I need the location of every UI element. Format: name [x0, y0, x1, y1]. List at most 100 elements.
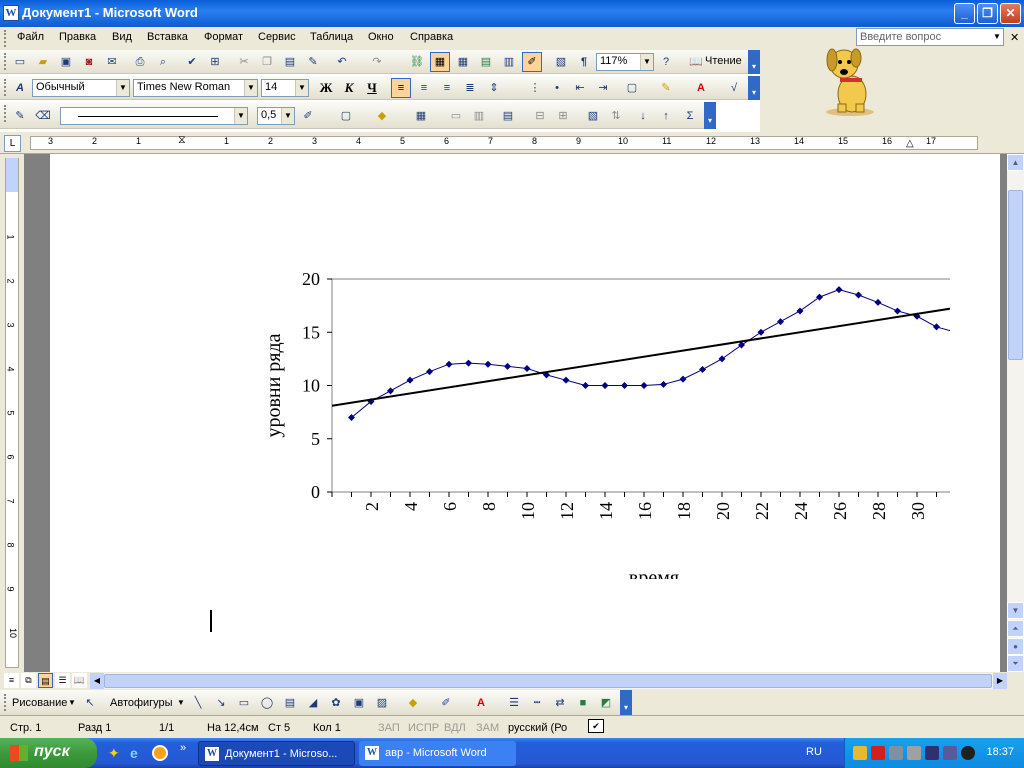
- cut-icon[interactable]: ✂: [236, 54, 252, 70]
- picture-icon[interactable]: ▨: [374, 695, 390, 711]
- line-spacing-icon[interactable]: ⇕: [486, 80, 502, 96]
- line-weight-select[interactable]: 0,5 ▼: [257, 107, 295, 125]
- horizontal-scrollbar[interactable]: ≡ ⧉ ▤ ☰ 📖 ◀ ▶: [0, 672, 1024, 690]
- language-indicator[interactable]: RU: [806, 746, 822, 758]
- quicklaunch-app-icon[interactable]: ✦: [108, 745, 124, 761]
- antivirus-icon[interactable]: [871, 746, 885, 760]
- border-color-icon[interactable]: ✐: [300, 108, 316, 124]
- menu-help[interactable]: Справка: [410, 31, 453, 43]
- help-icon[interactable]: ?: [658, 54, 674, 70]
- font-select[interactable]: Times New Roman ▼: [133, 79, 258, 97]
- scroll-right-icon[interactable]: ▶: [993, 673, 1007, 689]
- tables-borders-toggle-icon[interactable]: ▦: [430, 52, 450, 72]
- zoom-select[interactable]: 117% ▼: [596, 53, 654, 71]
- outline-view-icon[interactable]: ☰: [55, 673, 70, 688]
- insert-excel-icon[interactable]: ▤: [478, 54, 494, 70]
- border-icon[interactable]: ▢: [624, 80, 640, 96]
- dash-style-icon[interactable]: ┅: [529, 695, 545, 711]
- sort-descending-icon[interactable]: ↑: [658, 108, 674, 124]
- chevron-down-icon[interactable]: ▼: [68, 698, 76, 707]
- oval-tool-icon[interactable]: ◯: [259, 695, 275, 711]
- normal-view-icon[interactable]: ≡: [4, 673, 19, 688]
- redo-icon[interactable]: ↷: [369, 54, 385, 70]
- sort-ascending-icon[interactable]: ↓: [635, 108, 651, 124]
- arrow-style-icon[interactable]: ⇄: [552, 695, 568, 711]
- copy-icon[interactable]: ❐: [259, 54, 275, 70]
- draw-table-icon[interactable]: ✎: [12, 108, 28, 124]
- chart[interactable]: 051015202 4 6 8 10 12 14 16 18 20 22 24 26 28 30 32врем…: [230, 264, 950, 579]
- select-objects-icon[interactable]: ↖: [82, 695, 98, 711]
- merge-cells-icon[interactable]: ▭: [448, 108, 464, 124]
- web-view-icon[interactable]: ⧉: [21, 673, 36, 688]
- taskbar-button-avr[interactable]: W авр - Microsoft Word: [359, 741, 516, 766]
- line-style-select[interactable]: ▼: [60, 107, 248, 125]
- taskbar-button-document1[interactable]: W Документ1 - Microso...: [198, 741, 355, 766]
- clock[interactable]: 18:37: [986, 746, 1014, 758]
- toolbar-grip[interactable]: [4, 79, 7, 96]
- toolbar-options-icon[interactable]: ▾: [620, 690, 632, 715]
- autosum-icon[interactable]: Σ: [682, 108, 698, 124]
- 3d-style-icon[interactable]: ◩: [598, 695, 614, 711]
- chevron-down-icon[interactable]: ▼: [295, 80, 308, 96]
- word-app-icon[interactable]: W: [3, 5, 19, 21]
- toolbar-grip[interactable]: [4, 694, 7, 711]
- vertical-scrollbar[interactable]: ▲ ▼ ⏶ ● ⏷: [1007, 154, 1024, 672]
- toolbar-grip[interactable]: [4, 53, 7, 70]
- menu-insert[interactable]: Вставка: [147, 31, 188, 43]
- undo-icon[interactable]: ↶: [334, 54, 350, 70]
- toolbar-options-icon[interactable]: ▾: [748, 76, 760, 100]
- status-language[interactable]: русский (Ро: [508, 722, 567, 734]
- hyperlink-icon[interactable]: ⛓: [409, 54, 425, 70]
- vertical-ruler[interactable]: 1 2 3 4 5 6 7 8 9 10: [0, 154, 24, 672]
- columns-icon[interactable]: ▥: [501, 54, 517, 70]
- outside-border-icon[interactable]: ▢: [338, 108, 354, 124]
- internet-explorer-icon[interactable]: e: [130, 745, 146, 761]
- browse-object-icon[interactable]: ●: [1007, 638, 1024, 655]
- chevron-down-icon[interactable]: ▼: [234, 108, 247, 124]
- line-color-icon[interactable]: ✐: [438, 695, 454, 711]
- line-tool-icon[interactable]: ╲: [190, 695, 206, 711]
- bold-button[interactable]: Ж: [318, 80, 334, 96]
- justify-icon[interactable]: ≣: [462, 80, 478, 96]
- maximize-button[interactable]: ❐: [977, 3, 998, 24]
- arrow-tool-icon[interactable]: ↘: [213, 695, 229, 711]
- menu-tools[interactable]: Сервис: [258, 31, 296, 43]
- menu-format[interactable]: Формат: [204, 31, 243, 43]
- top-margin-marker[interactable]: [6, 158, 18, 192]
- equation-icon[interactable]: √: [726, 80, 742, 96]
- underline-button[interactable]: Ч: [364, 80, 380, 96]
- start-button[interactable]: пуск: [0, 738, 97, 768]
- style-select[interactable]: Обычный ▼: [32, 79, 130, 97]
- chevron-down-icon[interactable]: ▼: [244, 80, 257, 96]
- open-folder-icon[interactable]: ▰: [35, 54, 51, 70]
- next-page-icon[interactable]: ⏷: [1007, 655, 1024, 672]
- toolbar-options-icon[interactable]: ▾: [704, 102, 716, 129]
- shading-color-icon[interactable]: ◆: [374, 108, 390, 124]
- email-icon[interactable]: ✉: [104, 54, 120, 70]
- text-direction-icon[interactable]: ⇅: [608, 108, 624, 124]
- fill-color-icon[interactable]: ◆: [405, 695, 421, 711]
- permission-icon[interactable]: ◙: [81, 54, 97, 70]
- font-color-icon[interactable]: A: [473, 695, 489, 711]
- scroll-down-icon[interactable]: ▼: [1007, 602, 1024, 619]
- chevron-down-icon[interactable]: ▼: [640, 54, 653, 70]
- highlight-icon[interactable]: ✎: [658, 80, 674, 96]
- italic-button[interactable]: К: [341, 80, 357, 96]
- scroll-up-icon[interactable]: ▲: [1007, 154, 1024, 171]
- show-hide-icon[interactable]: ¶: [576, 54, 592, 70]
- close-button[interactable]: ✕: [1000, 3, 1021, 24]
- quicklaunch-more-icon[interactable]: »: [180, 742, 186, 754]
- diagram-icon[interactable]: ✿: [328, 695, 344, 711]
- insert-table-icon[interactable]: ▦: [413, 108, 429, 124]
- bullets-icon[interactable]: •: [549, 80, 565, 96]
- increase-indent-icon[interactable]: ⇥: [595, 80, 611, 96]
- decrease-indent-icon[interactable]: ⇤: [572, 80, 588, 96]
- menu-grip[interactable]: [4, 30, 7, 47]
- font-color-icon[interactable]: A: [693, 80, 709, 96]
- scroll-thumb[interactable]: [1008, 190, 1023, 360]
- ask-dropdown-icon[interactable]: ▼: [991, 29, 1003, 45]
- office-assistant-dog-icon[interactable]: [820, 38, 880, 118]
- chevron-down-icon[interactable]: ▼: [281, 108, 294, 124]
- spelling-status-icon[interactable]: ✔: [588, 719, 604, 733]
- previous-page-icon[interactable]: ⏶: [1007, 620, 1024, 637]
